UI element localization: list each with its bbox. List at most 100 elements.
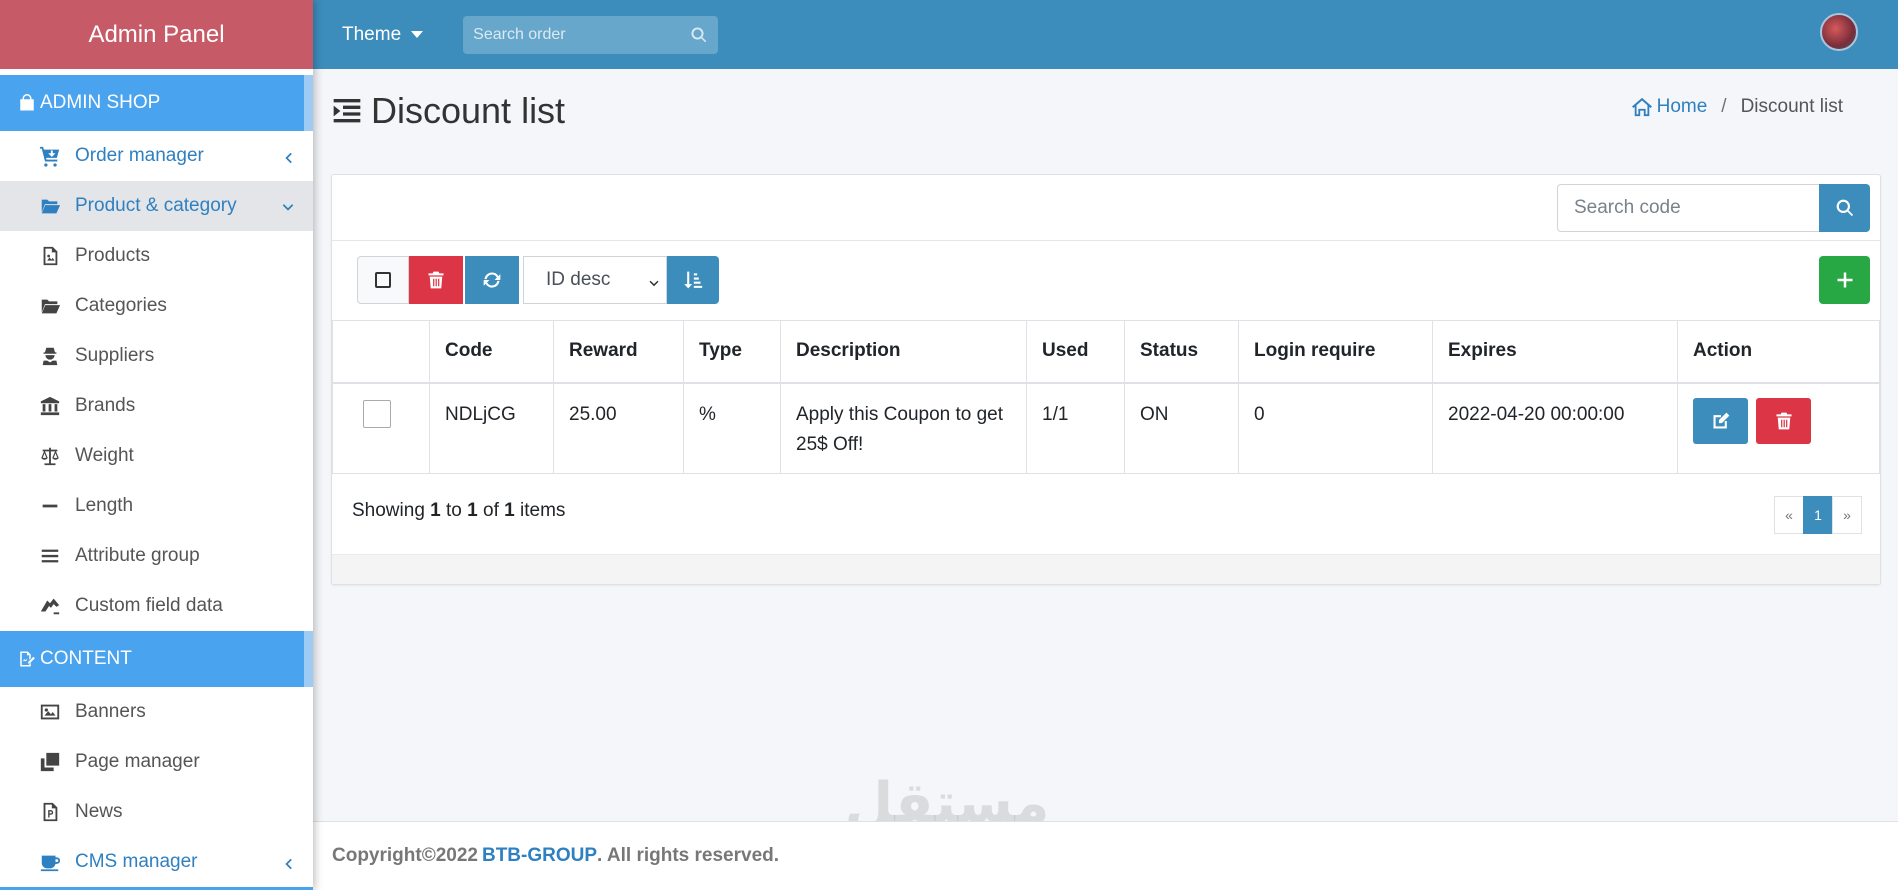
summary-suffix: items xyxy=(520,500,566,521)
home-icon xyxy=(1631,97,1652,117)
pagination: « 1 » xyxy=(1774,496,1862,534)
row-checkbox[interactable] xyxy=(363,399,391,428)
discount-card: ID desc Code Reward Type Description Use… xyxy=(331,174,1881,585)
sort-select[interactable]: ID desc xyxy=(523,256,667,304)
summary-total: 1 xyxy=(504,500,515,521)
footer-copyright: Copyright©2022 xyxy=(332,845,478,866)
trash-icon xyxy=(428,271,444,289)
sort-direction-button[interactable] xyxy=(667,256,719,304)
column-header-type[interactable]: Type xyxy=(683,320,781,384)
sidebar-item-length[interactable]: Length xyxy=(0,481,313,531)
sidebar-item-order-manager[interactable]: Order manager xyxy=(0,131,313,181)
footer: Copyright©2022 BTB-GROUP . All rights re… xyxy=(313,821,1898,890)
sidebar-item-label: Suppliers xyxy=(75,345,155,366)
cell-used: 1/1 xyxy=(1026,382,1125,474)
sidebar-item-categories[interactable]: Categories xyxy=(0,281,313,331)
order-search-input[interactable] xyxy=(473,25,691,44)
sidebar-item-banners[interactable]: Banners xyxy=(0,687,313,737)
code-search-input[interactable] xyxy=(1557,184,1819,232)
breadcrumb-home-label: Home xyxy=(1656,96,1708,117)
order-search xyxy=(463,15,719,54)
clone-icon xyxy=(38,750,62,774)
code-search xyxy=(1557,184,1870,232)
cell-type: % xyxy=(683,382,781,474)
theme-dropdown[interactable]: Theme xyxy=(342,23,424,46)
sidebar-item-weight[interactable]: Weight xyxy=(0,431,313,481)
column-header-description[interactable]: Description xyxy=(780,320,1027,384)
column-header-login-require[interactable]: Login require xyxy=(1238,320,1433,384)
card-header xyxy=(332,175,1880,241)
table-row: NDLjCG 25.00 % Apply this Coupon to get … xyxy=(332,382,1880,474)
checkbox-square-icon xyxy=(375,272,391,288)
card-footer xyxy=(332,554,1880,584)
add-discount-button[interactable] xyxy=(1819,256,1870,304)
pagination-next[interactable]: » xyxy=(1832,496,1862,534)
footer-rights: . All rights reserved. xyxy=(597,845,780,866)
folder-open-icon xyxy=(38,294,62,318)
pagination-summary: Showing 1 to 1 of 1 items xyxy=(352,500,565,522)
column-header-expires[interactable]: Expires xyxy=(1432,320,1678,384)
sidebar-section-label: CONTENT xyxy=(40,648,132,669)
pagination-prev[interactable]: « xyxy=(1774,496,1804,534)
breadcrumb-separator: / xyxy=(1721,96,1727,117)
search-icon[interactable] xyxy=(690,26,708,44)
sidebar-item-suppliers[interactable]: Suppliers xyxy=(0,331,313,381)
sidebar-item-cms-manager[interactable]: CMS manager xyxy=(0,837,313,887)
sidebar-section-admin-shop[interactable]: ADMIN SHOP xyxy=(0,75,313,131)
cell-description: Apply this Coupon to get 25$ Off! xyxy=(780,382,1027,474)
column-header-reward[interactable]: Reward xyxy=(553,320,684,384)
chevron-left-icon xyxy=(281,149,295,164)
delete-button[interactable] xyxy=(1756,397,1811,444)
edit-button[interactable] xyxy=(1693,397,1748,444)
sidebar-item-label: Attribute group xyxy=(75,545,200,566)
sidebar-item-custom-field-data[interactable]: Custom field data xyxy=(0,581,313,631)
summary-from: 1 xyxy=(430,500,441,521)
sidebar-item-label: Length xyxy=(75,495,134,516)
summary-of-word: of xyxy=(483,500,499,521)
cell-status: ON xyxy=(1124,382,1239,474)
balance-scale-icon xyxy=(38,444,62,468)
bars-icon xyxy=(38,544,62,568)
breadcrumb-current: Discount list xyxy=(1740,96,1843,117)
pagination-page[interactable]: 1 xyxy=(1803,496,1833,534)
column-header-status[interactable]: Status xyxy=(1124,320,1239,384)
sidebar-item-label: Page manager xyxy=(75,751,200,772)
trash-icon xyxy=(1776,412,1791,429)
sort-amount-down-icon xyxy=(684,271,703,289)
sidebar-item-brands[interactable]: Brands xyxy=(0,381,313,431)
cell-reward: 25.00 xyxy=(553,382,684,474)
sidebar-item-label: Categories xyxy=(75,295,167,316)
avatar[interactable] xyxy=(1820,13,1858,51)
sidebar-section-label: ADMIN SHOP xyxy=(40,92,161,113)
brand-logo[interactable]: Admin Panel xyxy=(0,0,313,69)
sidebar-item-page-manager[interactable]: Page manager xyxy=(0,737,313,787)
sidebar-section-content[interactable]: CONTENT xyxy=(0,631,313,687)
select-all-checkbox[interactable] xyxy=(357,256,409,304)
bulk-delete-button[interactable] xyxy=(409,256,463,304)
bulk-toolbar: ID desc xyxy=(357,256,719,304)
refresh-icon xyxy=(483,272,501,288)
theme-label: Theme xyxy=(342,23,402,45)
row-select-cell xyxy=(332,382,430,474)
coffee-icon xyxy=(38,850,62,874)
custom-field-icon xyxy=(38,594,62,618)
image-icon xyxy=(38,700,62,724)
sidebar-item-news[interactable]: News xyxy=(0,787,313,837)
sidebar-item-products[interactable]: Products xyxy=(0,231,313,281)
sidebar-item-attribute-group[interactable]: Attribute group xyxy=(0,531,313,581)
cart-icon xyxy=(38,144,62,168)
refresh-button[interactable] xyxy=(465,256,519,304)
bank-icon xyxy=(38,394,62,418)
breadcrumb-home[interactable]: Home xyxy=(1631,96,1708,118)
cell-expires: 2022-04-20 00:00:00 xyxy=(1432,382,1678,474)
column-header-used[interactable]: Used xyxy=(1026,320,1125,384)
shopping-bag-icon xyxy=(20,94,34,111)
column-header-code[interactable]: Code xyxy=(429,320,554,384)
sidebar-item-label: Brands xyxy=(75,395,136,416)
sidebar-item-product-category[interactable]: Product & category xyxy=(0,181,313,231)
file-signature-icon xyxy=(20,651,35,667)
code-search-button[interactable] xyxy=(1819,184,1870,232)
sidebar-item-label: News xyxy=(75,801,123,822)
footer-company-link[interactable]: BTB-GROUP xyxy=(482,845,597,867)
topbar: Theme xyxy=(313,0,1898,69)
